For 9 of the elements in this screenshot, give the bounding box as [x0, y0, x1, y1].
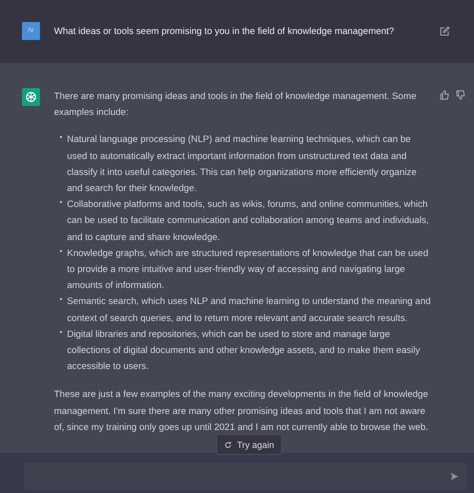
list-item: Digital libraries and repositories, which can be used to store and manage large collections of digital documents and other knowledge assets, and to make them easily accessible to users. — [67, 328, 421, 374]
list-item: Semantic search, which uses NLP and machine learning to understand the meaning and context of search queries, and to return more relevant and accurate search results. — [67, 295, 432, 325]
closing-paragraph: These are just a few examples of the many exciting developments in the field of knowledge management. I'm sure there are many other promising ideas and tools that I am not aware of, since my training only goes up until 2021 and I am not currently able to browse the web. — [54, 388, 430, 434]
list-item: Knowledge graphs, which are structured representations of knowledge that can be used to provide a more intuitive and user-friendly way of accessing and navigating large amounts of information. — [67, 246, 430, 292]
try-again-button[interactable]: Try again — [216, 434, 282, 455]
list-item: Collaborative platforms and tools, such as wikis, forums, and online communities, which can be used to facilitate communication and collaboration among teams and individuals, and to capture and share knowledge. — [67, 198, 430, 244]
list-item: Natural language processing (NLP) and machine learning techniques, which can be used to automatically extract important information from unstructured text data and classify it into useful categories. This can help organizations more efficiently organize and search for their knowledge. — [67, 133, 418, 196]
user-message: What ideas or tools seem promising to you in the field of knowledge management? — [54, 25, 396, 38]
intro-paragraph: There are many promising ideas and tools in the field of knowledge management. Some examples include: — [54, 90, 418, 120]
